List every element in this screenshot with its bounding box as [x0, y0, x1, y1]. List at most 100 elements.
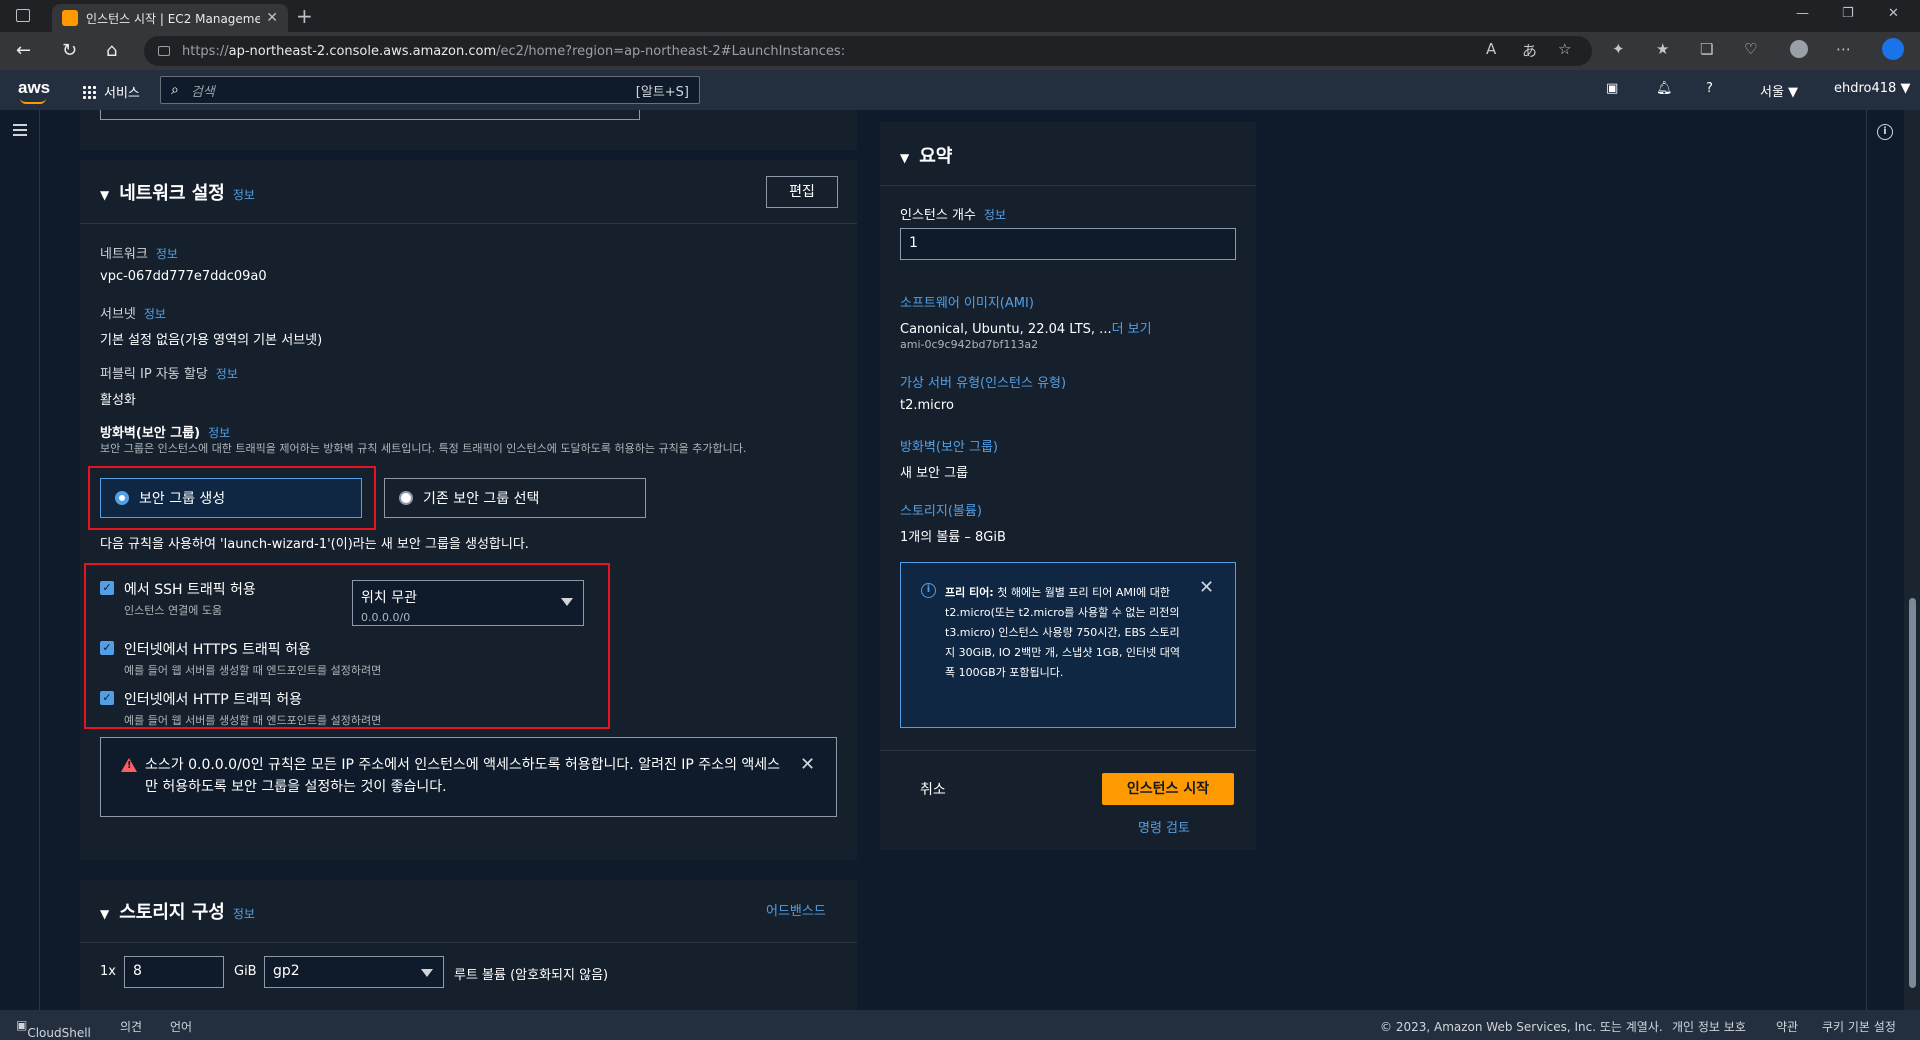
- help-icon[interactable]: ?: [1706, 81, 1713, 96]
- collapse-icon: ▼: [100, 188, 110, 202]
- cancel-button[interactable]: 취소: [920, 779, 946, 799]
- minimize-icon[interactable]: —: [1796, 6, 1809, 21]
- cloudshell-icon[interactable]: ▣: [1606, 81, 1618, 96]
- public-ip-value: 활성화: [100, 393, 136, 408]
- read-aloud-icon[interactable]: A: [1486, 40, 1496, 58]
- advanced-link[interactable]: 어드밴스드: [766, 900, 826, 919]
- url-field[interactable]: https://ap-northeast-2.console.aws.amazo…: [144, 36, 1592, 66]
- storage-card: ▼ 스토리지 구성 정보 어드밴스드 1x 8 GiB gp2 루트 볼륨 (암…: [80, 880, 857, 1010]
- lock-icon: [158, 46, 170, 56]
- summary-panel: ▼ 요약 인스턴스 개수 정보 1 소프트웨어 이미지(AMI) Canonica…: [880, 122, 1256, 850]
- edit-button[interactable]: 편집: [766, 176, 838, 208]
- instance-count-input[interactable]: 1: [900, 228, 1236, 260]
- extensions-icon[interactable]: ✦: [1612, 40, 1625, 58]
- free-tier-text: 프리 티어: 첫 해에는 월별 프리 티어 AMI에 대한 t2.micro(또…: [945, 586, 1180, 679]
- feedback-link[interactable]: 의견: [120, 1018, 142, 1035]
- browser-tab[interactable]: 인스턴스 시작 | EC2 Management Console ✕: [52, 4, 288, 32]
- volume-type-select[interactable]: gp2: [264, 956, 444, 988]
- warning-text: 소스가 0.0.0.0/0인 규칙은 모든 IP 주소에서 인스턴스에 액세스하…: [145, 757, 781, 795]
- url-path: /ec2/home?region=ap-northeast-2#LaunchIn…: [496, 43, 846, 59]
- previous-input: [100, 110, 640, 120]
- new-tab-icon[interactable]: +: [296, 4, 313, 28]
- network-field-info-link[interactable]: 정보: [156, 247, 178, 261]
- storage-summary-label[interactable]: 스토리지(볼륨): [900, 500, 982, 519]
- firewall-description: 보안 그룹은 인스턴스에 대한 트래픽을 제어하는 방화벽 규칙 세트입니다. …: [100, 442, 747, 455]
- cookie-preferences-link[interactable]: 쿠키 기본 설정: [1822, 1018, 1896, 1035]
- browser-tabbar: 인스턴스 시작 | EC2 Management Console ✕ + — ❐…: [0, 0, 1920, 32]
- ami-label[interactable]: 소프트웨어 이미지(AMI): [900, 292, 1034, 311]
- page-scrollbar[interactable]: [1904, 110, 1920, 1010]
- collapse-icon: ▼: [100, 907, 110, 921]
- close-icon[interactable]: ✕: [800, 754, 815, 775]
- scrollbar-thumb[interactable]: [1909, 598, 1916, 988]
- warning-icon: [121, 758, 137, 772]
- network-settings-card: ▼ 네트워크 설정 정보 편집 네트워크 정보 vpc-067dd777e7ddc…: [80, 160, 857, 860]
- tab-close-icon[interactable]: ✕: [266, 10, 278, 26]
- summary-header: ▼ 요약: [880, 122, 1256, 186]
- public-ip-info-link[interactable]: 정보: [216, 367, 238, 381]
- launch-instance-button[interactable]: 인스턴스 시작: [1102, 773, 1234, 805]
- region-menu[interactable]: 서울 ▼: [1760, 81, 1798, 100]
- account-menu[interactable]: ehdro418 ▼: [1834, 81, 1910, 96]
- review-commands-link[interactable]: 명령 검토: [1138, 817, 1190, 836]
- menu-icon[interactable]: [13, 124, 27, 136]
- firewall-summary-label[interactable]: 방화벽(보안 그룹): [900, 436, 998, 455]
- restore-icon[interactable]: ❐: [1842, 6, 1854, 21]
- profile-avatar[interactable]: [1790, 40, 1808, 58]
- network-value: vpc-067dd777e7ddc09a0: [100, 269, 267, 284]
- instance-type-value: t2.micro: [900, 398, 954, 413]
- translate-icon[interactable]: あ: [1522, 40, 1537, 61]
- highlight-box-radio: [88, 466, 376, 530]
- summary-title[interactable]: ▼ 요약: [900, 142, 952, 168]
- ami-more-link[interactable]: 더 보기: [1112, 322, 1152, 337]
- instance-count-label: 인스턴스 개수 정보: [900, 208, 1006, 223]
- collections-icon[interactable]: ❏: [1700, 40, 1713, 58]
- storage-divider: [80, 942, 857, 943]
- storage-summary-value: 1개의 볼륨 – 8GiB: [900, 530, 1006, 545]
- aws-logo[interactable]: aws: [18, 78, 50, 104]
- side-nav-rail: [0, 110, 40, 1010]
- info-icon[interactable]: i: [1877, 124, 1893, 140]
- services-menu[interactable]: 서비스: [82, 82, 140, 101]
- subnet-info-link[interactable]: 정보: [144, 307, 166, 321]
- network-title[interactable]: ▼ 네트워크 설정 정보: [100, 179, 255, 205]
- network-info-link[interactable]: 정보: [233, 186, 255, 203]
- volume-size-input[interactable]: 8: [124, 956, 224, 988]
- favorite-add-icon[interactable]: ☆: [1558, 40, 1571, 58]
- home-icon[interactable]: ⌂: [106, 40, 117, 61]
- dropdown-caret-icon: [421, 969, 433, 977]
- storage-info-link[interactable]: 정보: [233, 905, 255, 922]
- volume-unit: GiB: [234, 964, 257, 979]
- aws-favicon-icon: [62, 10, 78, 26]
- radio-existing-security-group[interactable]: 기존 보안 그룹 선택: [384, 478, 646, 518]
- network-label: 네트워크 정보: [100, 247, 178, 262]
- instance-count-info-link[interactable]: 정보: [984, 208, 1006, 222]
- info-icon: i: [921, 583, 936, 598]
- instance-type-label[interactable]: 가상 서버 유형(인스턴스 유형): [900, 372, 1066, 391]
- health-icon[interactable]: ♡: [1744, 40, 1757, 58]
- search-icon: ⌕: [171, 82, 179, 98]
- previous-section: [80, 110, 857, 150]
- storage-title[interactable]: ▼ 스토리지 구성 정보: [100, 898, 255, 924]
- firewall-info-link[interactable]: 정보: [208, 426, 230, 440]
- refresh-icon[interactable]: ↻: [62, 40, 77, 61]
- radio-unselected-icon: [399, 491, 413, 505]
- search-input[interactable]: ⌕ 검색 [알트+S]: [160, 76, 700, 104]
- back-icon[interactable]: ←: [16, 40, 31, 61]
- firewall-summary-value: 새 보안 그룹: [900, 466, 969, 481]
- bing-icon[interactable]: [1882, 38, 1904, 60]
- favorites-icon[interactable]: ★: [1656, 40, 1669, 58]
- terms-link[interactable]: 약관: [1776, 1018, 1798, 1035]
- notifications-icon[interactable]: 🔔︎: [1656, 81, 1673, 96]
- search-placeholder: 검색: [190, 84, 215, 100]
- url-host: ap-northeast-2.console.aws.amazon.com: [228, 43, 497, 59]
- firewall-label: 방화벽(보안 그룹) 정보: [100, 426, 231, 441]
- window-close-icon[interactable]: ✕: [1888, 6, 1899, 21]
- privacy-link[interactable]: 개인 정보 보호: [1672, 1018, 1746, 1035]
- more-icon[interactable]: ⋯: [1836, 40, 1851, 58]
- tab-actions-icon[interactable]: [16, 9, 30, 22]
- language-link[interactable]: 언어: [170, 1018, 192, 1035]
- url-prefix: https://: [182, 43, 229, 59]
- cloudshell-link[interactable]: ▣ CloudShell: [16, 1018, 91, 1040]
- close-icon[interactable]: ✕: [1199, 577, 1214, 598]
